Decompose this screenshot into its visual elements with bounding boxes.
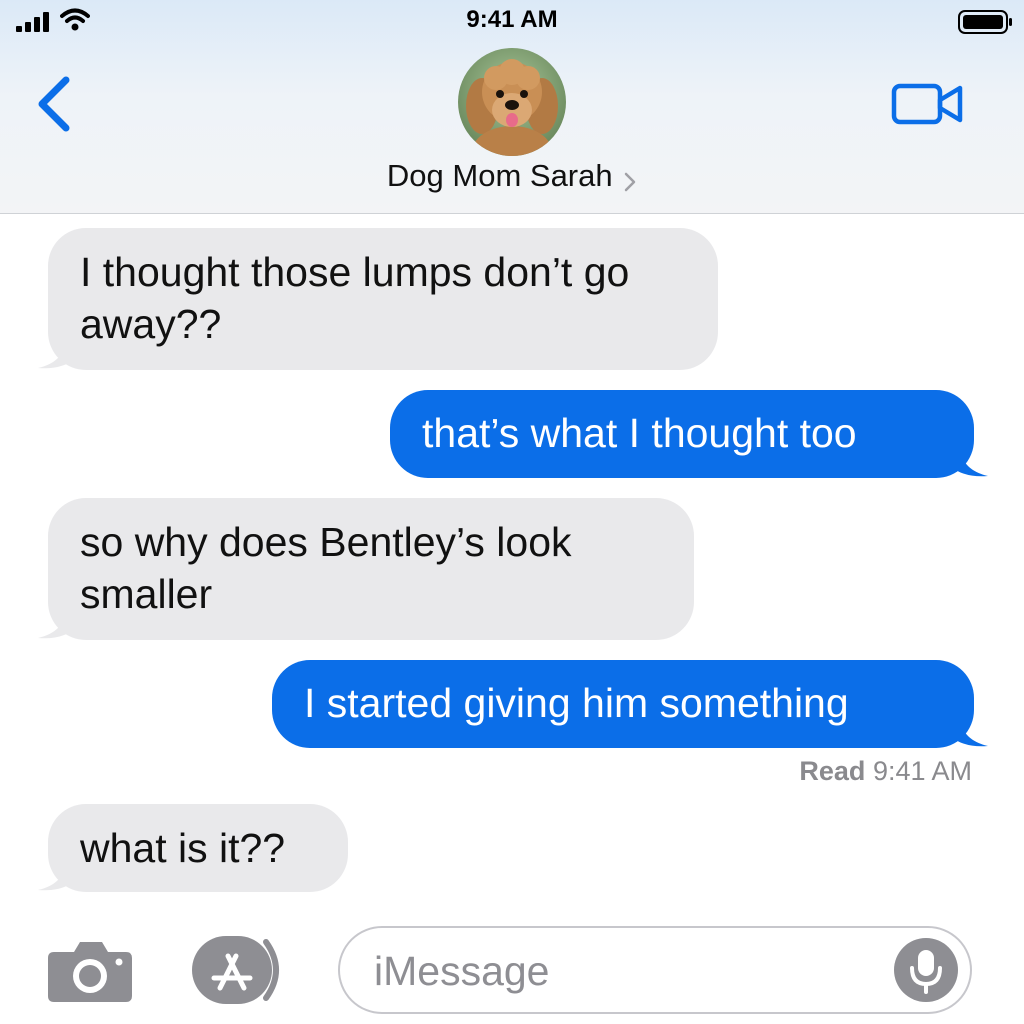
message-text: so why does Bentley’s look smaller bbox=[80, 519, 572, 617]
status-bar: 9:41 AM bbox=[0, 0, 1024, 44]
video-camera-icon[interactable] bbox=[888, 78, 968, 130]
read-label: Read bbox=[799, 756, 866, 786]
message-text: I started giving him something bbox=[304, 680, 849, 726]
contact-name: Dog Mom Sarah bbox=[386, 158, 613, 193]
battery-icon bbox=[958, 10, 1012, 34]
message-bubble-incoming[interactable]: so why does Bentley’s look smaller bbox=[48, 498, 694, 640]
read-time: 9:41 AM bbox=[872, 756, 972, 786]
message-text: that’s what I thought too bbox=[422, 410, 857, 456]
dog-avatar-icon bbox=[458, 48, 566, 156]
contact-name-button[interactable]: Dog Mom Sarah bbox=[0, 158, 1024, 194]
message-bubble-outgoing[interactable]: I started giving him something bbox=[272, 660, 974, 748]
message-input[interactable]: iMessage bbox=[338, 926, 972, 1014]
messages-screen: 9:41 AM Dog Mom Sarah I thought those lu… bbox=[0, 0, 1024, 1024]
message-text: what is it?? bbox=[80, 825, 286, 871]
chevron-right-icon bbox=[624, 172, 636, 192]
message-text: I thought those lumps don’t go away?? bbox=[80, 249, 630, 347]
read-receipt: Read 9:41 AM bbox=[799, 756, 972, 787]
conversation-header: 9:41 AM Dog Mom Sarah bbox=[0, 0, 1024, 214]
message-bubble-outgoing[interactable]: that’s what I thought too bbox=[390, 390, 974, 478]
contact-avatar[interactable] bbox=[458, 48, 566, 156]
status-time: 9:41 AM bbox=[466, 6, 558, 33]
message-bubble-incoming[interactable]: what is it?? bbox=[48, 804, 348, 892]
microphone-icon bbox=[910, 950, 942, 994]
camera-icon[interactable] bbox=[46, 936, 134, 1004]
microphone-button[interactable] bbox=[894, 938, 958, 1002]
message-bubble-incoming[interactable]: I thought those lumps don’t go away?? bbox=[48, 228, 718, 370]
chevron-left-icon[interactable] bbox=[30, 72, 80, 136]
input-placeholder: iMessage bbox=[374, 948, 550, 994]
app-store-icon[interactable] bbox=[190, 934, 290, 1006]
